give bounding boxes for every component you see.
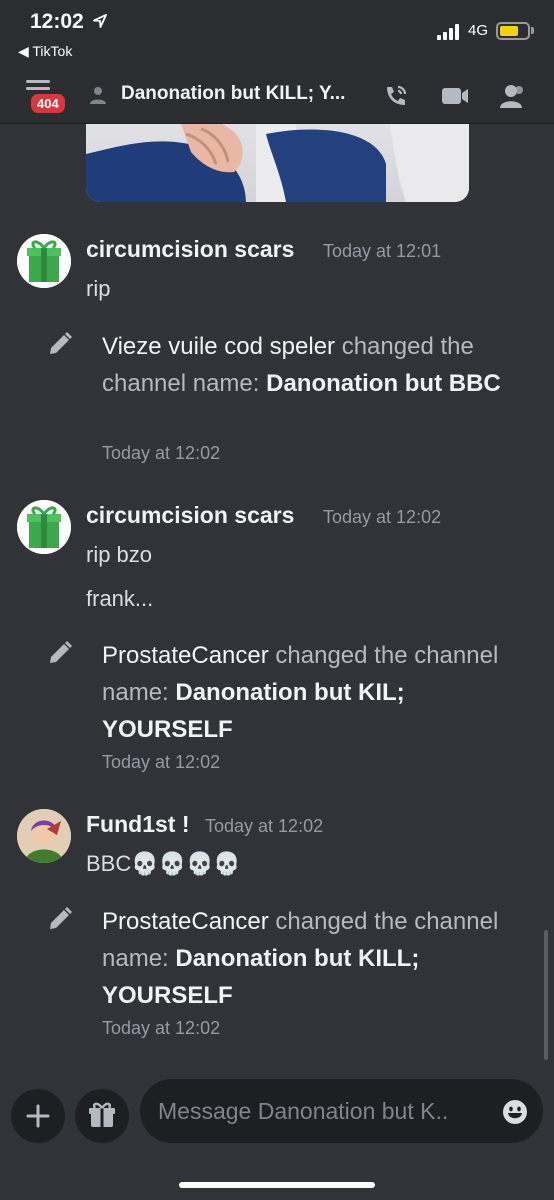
members-icon[interactable] <box>497 81 527 111</box>
message-composer <box>0 1070 554 1200</box>
home-indicator[interactable] <box>179 1182 375 1188</box>
channel-header: 404 Danonation but KILL; Y... <box>0 66 554 124</box>
system-actor[interactable]: ProstateCancer <box>102 908 269 935</box>
attach-button[interactable] <box>11 1089 65 1143</box>
username[interactable]: Fund1st ! <box>86 811 190 838</box>
system-message: Vieze vuile cod speler changed the chann… <box>102 328 522 402</box>
system-message: ProstateCancer changed the channel name:… <box>102 903 522 1014</box>
avatar[interactable] <box>17 234 71 288</box>
system-timestamp: Today at 12:02 <box>102 1018 221 1038</box>
new-channel-name: Danonation but BBC <box>266 370 501 397</box>
gift-icon <box>89 1102 115 1127</box>
pencil-icon <box>50 907 72 929</box>
voice-call-icon[interactable] <box>381 81 411 111</box>
unread-badge: 404 <box>28 91 68 116</box>
cellular-signal-icon <box>437 24 459 40</box>
scrollbar[interactable] <box>544 930 548 1060</box>
system-timestamp: Today at 12:02 <box>102 752 221 772</box>
avatar[interactable] <box>17 809 71 863</box>
message-text: frank... <box>86 586 154 611</box>
network-type: 4G <box>468 22 489 39</box>
gift-button[interactable] <box>75 1089 129 1143</box>
message-timestamp: Today at 12:02 <box>323 507 442 527</box>
back-to-app-link[interactable]: ◀ TikTok <box>18 43 72 60</box>
pencil-icon <box>50 332 72 354</box>
location-arrow-icon <box>93 14 107 28</box>
message-timestamp: Today at 12:02 <box>205 816 324 836</box>
system-timestamp: Today at 12:02 <box>102 443 221 463</box>
channel-title[interactable]: Danonation but KILL; Y... <box>121 83 345 105</box>
system-message: ProstateCancer changed the channel name:… <box>102 637 522 748</box>
message-text: BBC💀💀💀💀 <box>86 851 241 876</box>
message-input[interactable] <box>140 1079 543 1143</box>
system-actor[interactable]: Vieze vuile cod speler <box>102 333 335 360</box>
avatar[interactable] <box>17 500 71 554</box>
status-time: 12:02 <box>30 10 84 33</box>
message-timestamp: Today at 12:01 <box>323 241 442 261</box>
system-actor[interactable]: ProstateCancer <box>102 642 269 669</box>
status-bar: 12:02 ◀ TikTok 4G <box>0 0 554 66</box>
battery-icon <box>496 22 530 40</box>
video-call-icon[interactable] <box>440 81 470 111</box>
message-text: rip <box>86 276 111 301</box>
username[interactable]: circumcision scars <box>86 236 294 263</box>
plus-icon <box>26 1104 50 1128</box>
image-attachment[interactable] <box>86 124 469 202</box>
pencil-icon <box>50 641 72 663</box>
message-text: rip bzo <box>86 542 153 567</box>
username[interactable]: circumcision scars <box>86 502 294 529</box>
message-list[interactable]: circumcision scars Today at 12:01 rip Vi… <box>0 124 554 1070</box>
dm-icon <box>90 87 106 104</box>
emoji-icon[interactable] <box>502 1099 528 1125</box>
